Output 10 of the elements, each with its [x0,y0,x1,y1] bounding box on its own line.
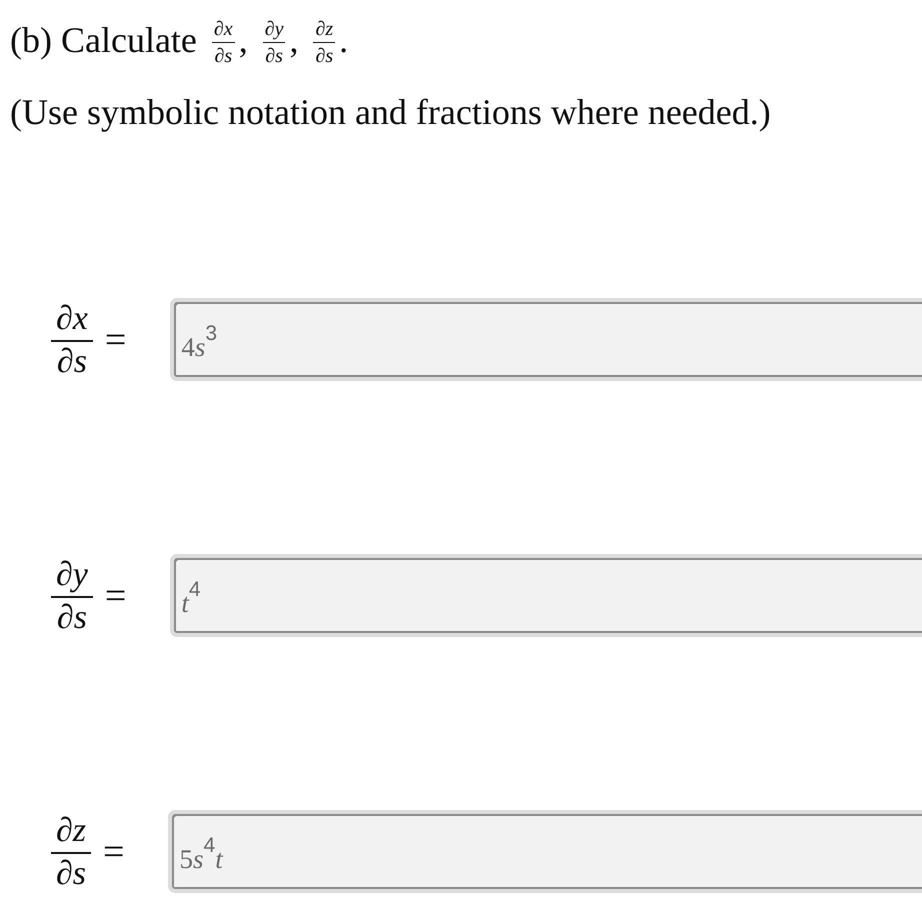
equals-sign: = [103,832,124,870]
equals-sign: = [104,576,126,614]
instruction-text: (Use symbolic notation and fractions where needed.) [9,91,772,134]
derivative-fraction: ∂z ∂s [51,814,92,890]
answer-field[interactable]: t$^{4}$ [170,554,922,637]
derivative-fraction: ∂y ∂s [51,558,93,634]
answer-field[interactable]: 4s$^{3}$ [170,298,922,381]
equals-sign: = [104,320,126,358]
answer-field[interactable]: 5s$^{4}$t [168,810,922,893]
derivative-fraction: ∂x ∂s [51,302,93,378]
